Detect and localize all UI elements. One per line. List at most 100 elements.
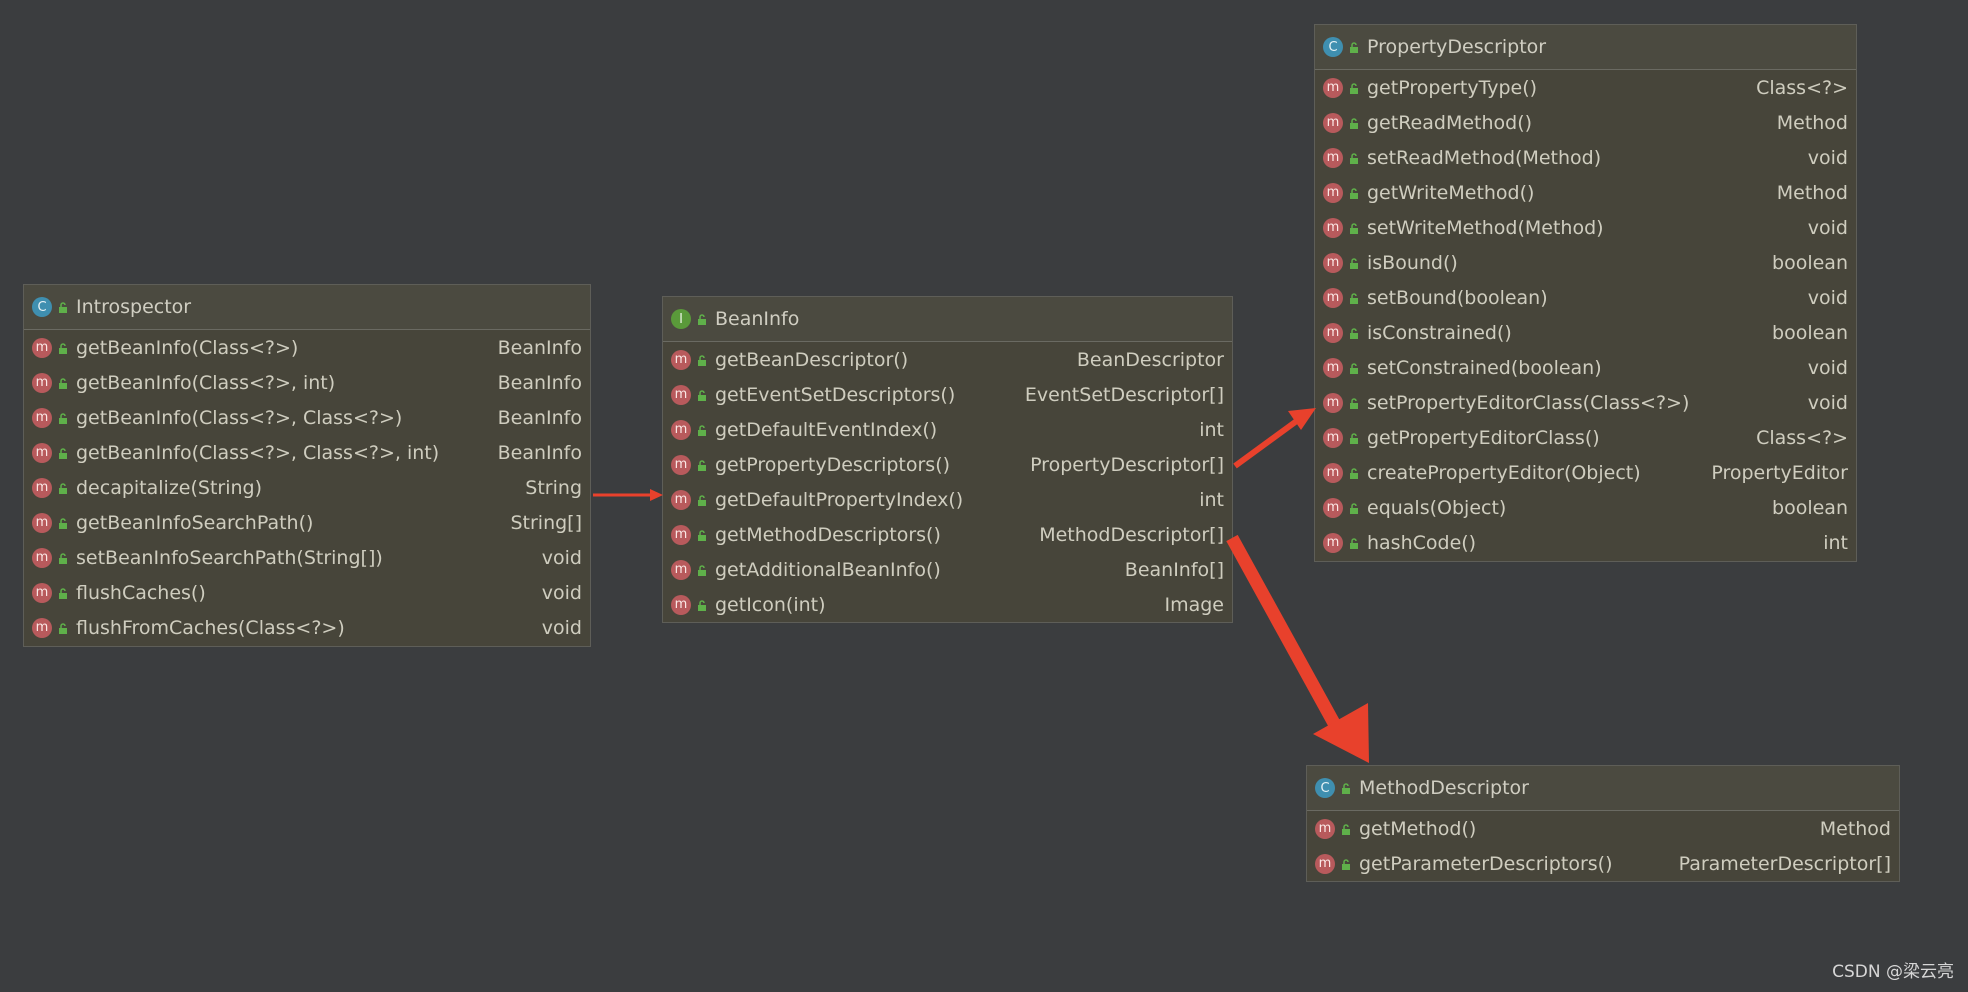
public-lock-icon — [697, 354, 707, 366]
method-return-type: int — [1199, 488, 1224, 511]
method-return-type: String — [525, 476, 582, 499]
method-return-type: PropertyEditor — [1711, 461, 1848, 484]
method-row[interactable]: m decapitalize(String) String — [24, 470, 590, 505]
method-return-type: Image — [1164, 593, 1224, 616]
method-icon: m — [1323, 112, 1343, 133]
method-name: getAdditionalBeanInfo() — [715, 558, 941, 581]
arrow-beaninfo-to-methoddescriptor — [1226, 534, 1369, 763]
public-lock-icon — [1349, 222, 1359, 234]
method-return-type: void — [1807, 391, 1848, 414]
methoddescriptor-header[interactable]: C MethodDescriptor — [1307, 766, 1899, 811]
public-lock-icon — [1349, 467, 1359, 479]
method-return-type: MethodDescriptor[] — [1039, 523, 1224, 546]
method-row[interactable]: m getIcon(int) Image — [663, 587, 1232, 622]
method-icon: m — [1323, 77, 1343, 98]
method-row[interactable]: m getEventSetDescriptors() EventSetDescrip… — [663, 377, 1232, 412]
method-icon: m — [671, 454, 691, 475]
method-return-type: boolean — [1772, 496, 1848, 519]
public-lock-icon — [697, 389, 707, 401]
method-return-type: BeanDescriptor — [1076, 348, 1224, 371]
interface-kind-icon: I — [671, 309, 691, 329]
method-row[interactable]: m setBeanInfoSearchPath(String[]) void — [24, 540, 590, 575]
method-row[interactable]: m isBound() boolean — [1315, 245, 1856, 280]
method-name: getIcon(int) — [715, 593, 826, 616]
method-icon: m — [1315, 853, 1335, 874]
method-return-type: int — [1199, 418, 1224, 441]
propertydescriptor-header[interactable]: C PropertyDescriptor — [1315, 25, 1856, 70]
arrow-beaninfo-to-propertydescriptor — [1233, 408, 1316, 469]
beaninfo-interface-box[interactable]: I BeanInfo m getBeanDescriptor() BeanDescrip… — [662, 296, 1233, 623]
method-row[interactable]: m getWriteMethod() Method — [1315, 175, 1856, 210]
method-icon: m — [1323, 252, 1343, 273]
public-lock-icon — [1349, 432, 1359, 444]
method-return-type: Class<?> — [1756, 426, 1848, 449]
method-row[interactable]: m getPropertyDescriptors() PropertyDescrip… — [663, 447, 1232, 482]
class-kind-icon: C — [32, 297, 52, 317]
method-row[interactable]: m getPropertyType() Class<?> — [1315, 70, 1856, 105]
introspector-title: Introspector — [76, 296, 192, 318]
method-return-type: void — [541, 616, 582, 639]
method-return-type: BeanInfo — [497, 441, 582, 464]
method-icon: m — [671, 594, 691, 615]
public-lock-icon — [58, 517, 68, 529]
method-row[interactable]: m setWriteMethod(Method) void — [1315, 210, 1856, 245]
method-icon: m — [32, 582, 52, 603]
method-row[interactable]: m getDefaultEventIndex() int — [663, 412, 1232, 447]
method-icon: m — [671, 489, 691, 510]
method-row[interactable]: m getBeanInfo(Class<?>, int) BeanInfo — [24, 365, 590, 400]
method-row[interactable]: m getDefaultPropertyIndex() int — [663, 482, 1232, 517]
method-name: getDefaultPropertyIndex() — [715, 488, 964, 511]
method-row[interactable]: m getBeanInfoSearchPath() String[] — [24, 505, 590, 540]
method-row[interactable]: m setConstrained(boolean) void — [1315, 350, 1856, 385]
public-lock-icon — [697, 529, 707, 541]
method-row[interactable]: m getBeanInfo(Class<?>, Class<?>, int) Bea… — [24, 435, 590, 470]
method-row[interactable]: m getBeanInfo(Class<?>) BeanInfo — [24, 330, 590, 365]
method-row[interactable]: m getMethodDescriptors() MethodDescriptor[… — [663, 517, 1232, 552]
propertydescriptor-class-box[interactable]: C PropertyDescriptor m getPropertyType() Cla… — [1314, 24, 1857, 562]
method-row[interactable]: m equals(Object) boolean — [1315, 490, 1856, 525]
method-row[interactable]: m getReadMethod() Method — [1315, 105, 1856, 140]
method-name: getReadMethod() — [1367, 111, 1533, 134]
method-row[interactable]: m getAdditionalBeanInfo() BeanInfo[] — [663, 552, 1232, 587]
method-name: getBeanInfo(Class<?>, int) — [76, 371, 336, 394]
method-name: setConstrained(boolean) — [1367, 356, 1602, 379]
method-return-type: void — [541, 546, 582, 569]
method-icon: m — [32, 407, 52, 428]
introspector-header[interactable]: C Introspector — [24, 285, 590, 330]
method-row[interactable]: m createPropertyEditor(Object) PropertyEdi… — [1315, 455, 1856, 490]
method-row[interactable]: m setReadMethod(Method) void — [1315, 140, 1856, 175]
method-row[interactable]: m isConstrained() boolean — [1315, 315, 1856, 350]
public-lock-icon — [58, 342, 68, 354]
method-row[interactable]: m setBound(boolean) void — [1315, 280, 1856, 315]
method-return-type: void — [1807, 356, 1848, 379]
public-lock-icon — [1341, 823, 1351, 835]
method-return-type: BeanInfo — [497, 406, 582, 429]
method-row[interactable]: m flushCaches() void — [24, 575, 590, 610]
method-row[interactable]: m flushFromCaches(Class<?>) void — [24, 610, 590, 645]
method-name: hashCode() — [1367, 531, 1477, 554]
method-row[interactable]: m getMethod() Method — [1307, 811, 1899, 846]
method-row[interactable]: m hashCode() int — [1315, 525, 1856, 560]
method-icon: m — [1323, 217, 1343, 238]
method-return-type: boolean — [1772, 251, 1848, 274]
method-name: isBound() — [1367, 251, 1458, 274]
public-lock-icon — [1349, 502, 1359, 514]
method-row[interactable]: m setPropertyEditorClass(Class<?>) void — [1315, 385, 1856, 420]
methoddescriptor-class-box[interactable]: C MethodDescriptor m getMethod() Method m getP… — [1306, 765, 1900, 882]
method-row[interactable]: m getParameterDescriptors() ParameterDescr… — [1307, 846, 1899, 881]
method-icon: m — [1323, 287, 1343, 308]
method-return-type: PropertyDescriptor[] — [1030, 453, 1224, 476]
method-icon: m — [1323, 322, 1343, 343]
public-lock-icon — [1341, 783, 1351, 794]
method-return-type: boolean — [1772, 321, 1848, 344]
method-row[interactable]: m getPropertyEditorClass() Class<?> — [1315, 420, 1856, 455]
method-row[interactable]: m getBeanInfo(Class<?>, Class<?>) BeanInfo — [24, 400, 590, 435]
method-return-type: BeanInfo — [497, 371, 582, 394]
class-kind-icon: C — [1323, 37, 1343, 57]
introspector-class-box[interactable]: C Introspector m getBeanInfo(Class<?>) BeanI… — [23, 284, 591, 647]
beaninfo-header[interactable]: I BeanInfo — [663, 297, 1232, 342]
method-icon: m — [671, 384, 691, 405]
method-name: getDefaultEventIndex() — [715, 418, 938, 441]
method-row[interactable]: m getBeanDescriptor() BeanDescriptor — [663, 342, 1232, 377]
method-return-type: void — [1807, 216, 1848, 239]
